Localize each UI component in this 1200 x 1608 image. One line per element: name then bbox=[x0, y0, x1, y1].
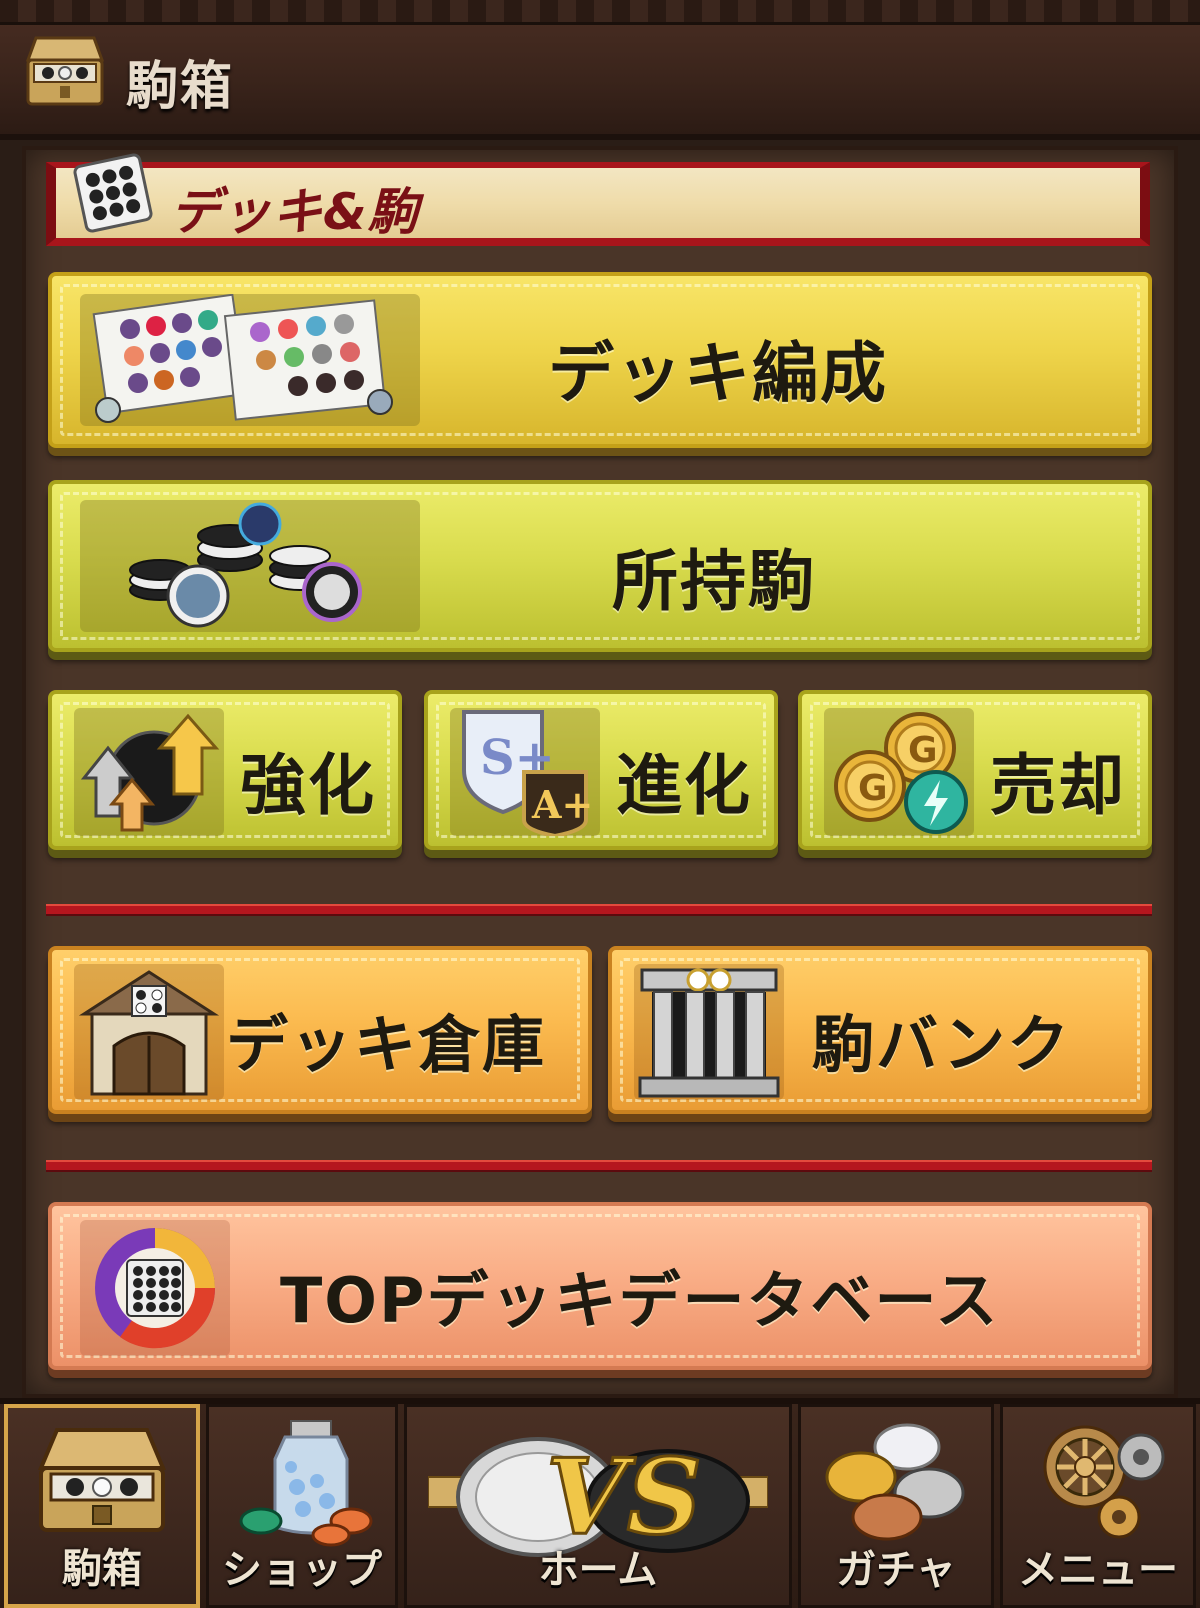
top-deck-database-label: TOPデッキデータベース bbox=[280, 1264, 1000, 1337]
owned-pieces-label: 所持駒 bbox=[612, 543, 816, 620]
shop-bottle-icon bbox=[239, 1420, 373, 1547]
section-divider-1 bbox=[46, 904, 1152, 916]
top-deck-db-icon-box bbox=[80, 1220, 230, 1356]
enhance-icon-box bbox=[74, 708, 224, 836]
deck-boards-icon bbox=[92, 293, 393, 423]
sell-button[interactable]: G G 売却 bbox=[798, 690, 1152, 850]
deck-storage-label: デッキ倉庫 bbox=[226, 1008, 547, 1081]
enhance-label: 強化 bbox=[240, 747, 376, 824]
gear-menu-icon bbox=[1043, 1425, 1165, 1539]
deck-stats-icon bbox=[95, 1228, 216, 1349]
page-title: 駒箱 bbox=[126, 57, 235, 117]
sell-icon-box: G G bbox=[824, 708, 974, 836]
storehouse-icon bbox=[78, 970, 220, 1096]
chest-icon bbox=[25, 36, 105, 106]
nav-item-home[interactable]: VS ホーム bbox=[404, 1404, 792, 1608]
coins-icon: G G bbox=[834, 712, 968, 834]
piece-stack-icon bbox=[129, 502, 362, 628]
rank-up-icon: S+ A+ bbox=[462, 710, 593, 839]
upgrade-arrows-icon bbox=[80, 713, 220, 832]
owned-pieces-icon-box bbox=[80, 500, 420, 632]
nav-label-shop: ショップ bbox=[222, 1547, 382, 1593]
section-divider-2 bbox=[46, 1160, 1152, 1172]
sell-label: 売却 bbox=[990, 747, 1126, 824]
deck-edit-icon-box bbox=[80, 293, 420, 426]
deck-storage-button[interactable]: デッキ倉庫 bbox=[48, 946, 592, 1114]
gacha-coins-icon bbox=[825, 1423, 965, 1541]
nav-label-gacha: ガチャ bbox=[836, 1547, 956, 1593]
nav-item-gacha[interactable]: ガチャ bbox=[798, 1404, 994, 1608]
evolve-label: 進化 bbox=[616, 747, 752, 824]
chest-icon bbox=[37, 1428, 167, 1532]
nav-label-piece-box: 駒箱 bbox=[62, 1546, 142, 1592]
deck-edit-button[interactable]: デッキ編成 bbox=[48, 272, 1152, 448]
nav-label-menu: メニュー bbox=[1018, 1547, 1178, 1593]
nav-item-shop[interactable]: ショップ bbox=[206, 1404, 398, 1608]
deck-storage-icon-box bbox=[74, 964, 224, 1100]
nav-item-menu[interactable]: メニュー bbox=[1000, 1404, 1196, 1608]
piece-bank-label: 駒バンク bbox=[812, 1008, 1072, 1081]
vs-home-icon: VS bbox=[428, 1434, 768, 1557]
piece-bank-button[interactable]: 駒バンク bbox=[608, 946, 1152, 1114]
nav-item-piece-box[interactable]: 駒箱 bbox=[4, 1404, 200, 1608]
piece-bank-icon-box bbox=[634, 964, 784, 1100]
coin-letter-2: G bbox=[858, 768, 888, 809]
bank-pillars-icon bbox=[638, 968, 780, 1098]
nav-label-home: ホーム bbox=[538, 1547, 658, 1593]
evolve-button[interactable]: S+ A+ 進化 bbox=[424, 690, 778, 850]
dice-board-icon bbox=[73, 153, 153, 233]
top-deck-database-button[interactable]: TOPデッキデータベース bbox=[48, 1202, 1152, 1370]
enhance-button[interactable]: 強化 bbox=[48, 690, 402, 850]
section-title: デッキ&駒 bbox=[170, 183, 419, 241]
coin-letter-1: G bbox=[908, 730, 938, 771]
owned-pieces-button[interactable]: 所持駒 bbox=[48, 480, 1152, 652]
deck-edit-label: デッキ編成 bbox=[548, 335, 888, 412]
rank-a-text: A+ bbox=[531, 782, 593, 827]
evolve-icon-box: S+ A+ bbox=[450, 708, 600, 839]
